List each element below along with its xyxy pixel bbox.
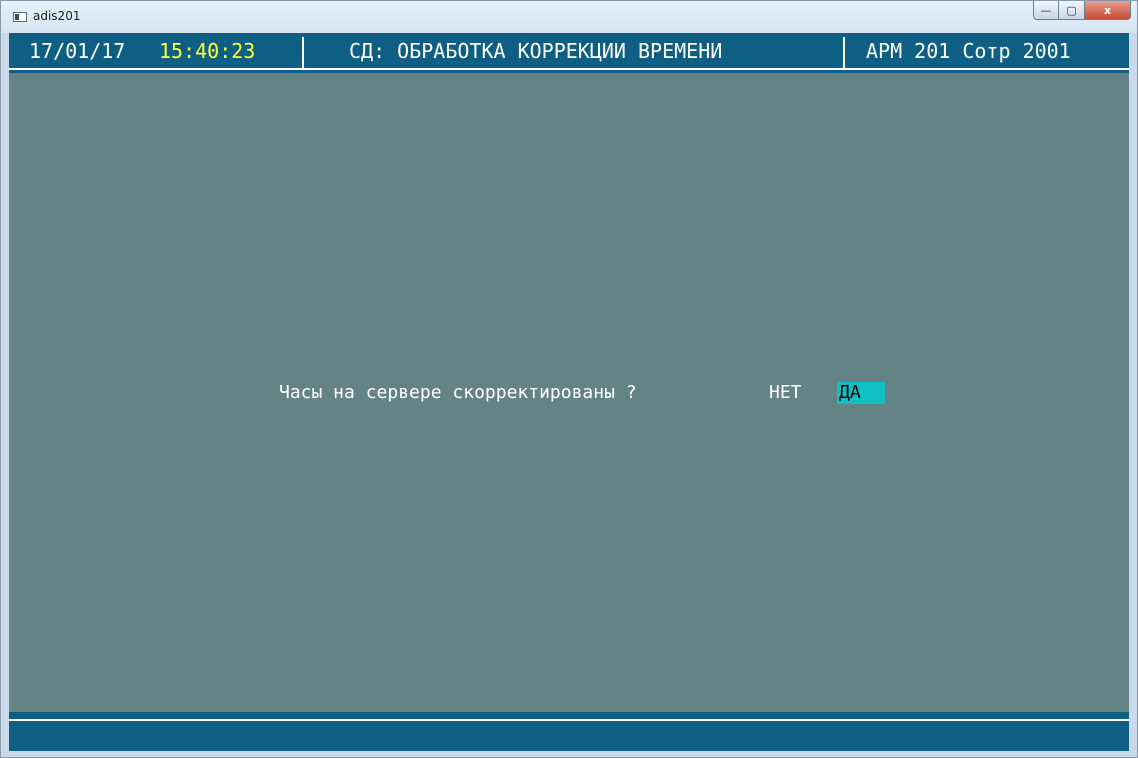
console-app-icon[interactable]: [13, 12, 27, 22]
terminal-window: adis201 — ▢ x 17/01/17 15:40:23 СД: ОБРА…: [0, 0, 1138, 758]
header-underline: [9, 68, 1129, 70]
maximize-button[interactable]: ▢: [1059, 1, 1085, 20]
window-titlebar[interactable]: adis201 — ▢ x: [1, 1, 1137, 33]
close-button[interactable]: x: [1085, 1, 1131, 20]
header-workstation: АРМ 201 Сотр 2001: [866, 39, 1071, 63]
status-footer: [9, 712, 1129, 751]
header-separator: [843, 37, 845, 69]
header-title: СД: ОБРАБОТКА КОРРЕКЦИИ ВРЕМЕНИ: [349, 39, 723, 63]
confirm-question: Часы на сервере скорректированы ?: [279, 382, 637, 403]
status-header: 17/01/17 15:40:23 СД: ОБРАБОТКА КОРРЕКЦИ…: [9, 33, 1129, 73]
console-screen[interactable]: 17/01/17 15:40:23 СД: ОБРАБОТКА КОРРЕКЦИ…: [9, 33, 1129, 751]
option-no[interactable]: НЕТ: [769, 382, 802, 404]
option-yes[interactable]: ДА: [837, 382, 885, 404]
minimize-icon: —: [1040, 3, 1052, 17]
header-separator: [302, 37, 304, 69]
minimize-button[interactable]: —: [1033, 1, 1059, 20]
footer-line: [9, 719, 1129, 721]
close-icon: x: [1103, 3, 1112, 17]
maximize-icon: ▢: [1066, 3, 1077, 17]
window-title: adis201: [33, 9, 81, 23]
header-time: 15:40:23: [159, 39, 256, 63]
window-controls: — ▢ x: [1033, 1, 1131, 21]
header-date: 17/01/17: [29, 39, 126, 63]
